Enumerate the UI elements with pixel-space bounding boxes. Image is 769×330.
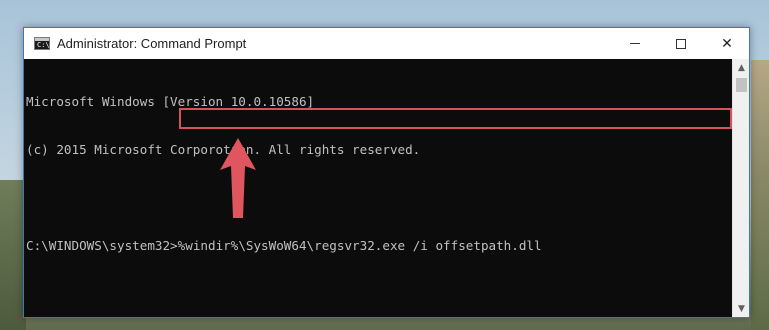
close-button[interactable]: ✕ — [704, 28, 750, 59]
close-icon: ✕ — [721, 35, 733, 52]
minimize-button[interactable] — [612, 28, 658, 59]
scroll-up-button[interactable]: ▲ — [733, 59, 750, 76]
command-prompt-window: C:\ Administrator: Command Prompt ✕ Micr… — [23, 27, 750, 318]
maximize-button[interactable] — [658, 28, 704, 59]
console-prompt: C:\WINDOWS\system32> — [26, 238, 178, 253]
minimize-icon — [630, 43, 640, 44]
command-prompt-icon[interactable]: C:\ — [34, 37, 50, 50]
chevron-down-icon: ▼ — [738, 303, 745, 314]
scroll-thumb[interactable] — [736, 78, 747, 92]
console-output[interactable]: Microsoft Windows [Version 10.0.10586] (… — [24, 59, 732, 317]
command-highlight-box — [179, 108, 732, 129]
chevron-up-icon: ▲ — [738, 62, 745, 73]
window-title: Administrator: Command Prompt — [57, 36, 247, 51]
pointer-arrow-icon — [220, 138, 256, 218]
vertical-scrollbar[interactable]: ▲ ▼ — [732, 59, 749, 317]
console-command-line: C:\WINDOWS\system32>%windir%\SysWoW64\re… — [26, 238, 732, 254]
maximize-icon — [676, 38, 686, 49]
console-command: %windir%\SysWoW64\regsvr32.exe /i offset… — [177, 238, 542, 253]
console-line: (c) 2015 Microsoft Corporotion. All righ… — [26, 142, 421, 157]
desktop-background-right — [751, 60, 769, 330]
title-bar[interactable]: C:\ Administrator: Command Prompt ✕ — [24, 28, 749, 59]
scroll-down-button[interactable]: ▼ — [733, 300, 750, 317]
command-prompt-icon-text: C:\ — [37, 41, 50, 49]
